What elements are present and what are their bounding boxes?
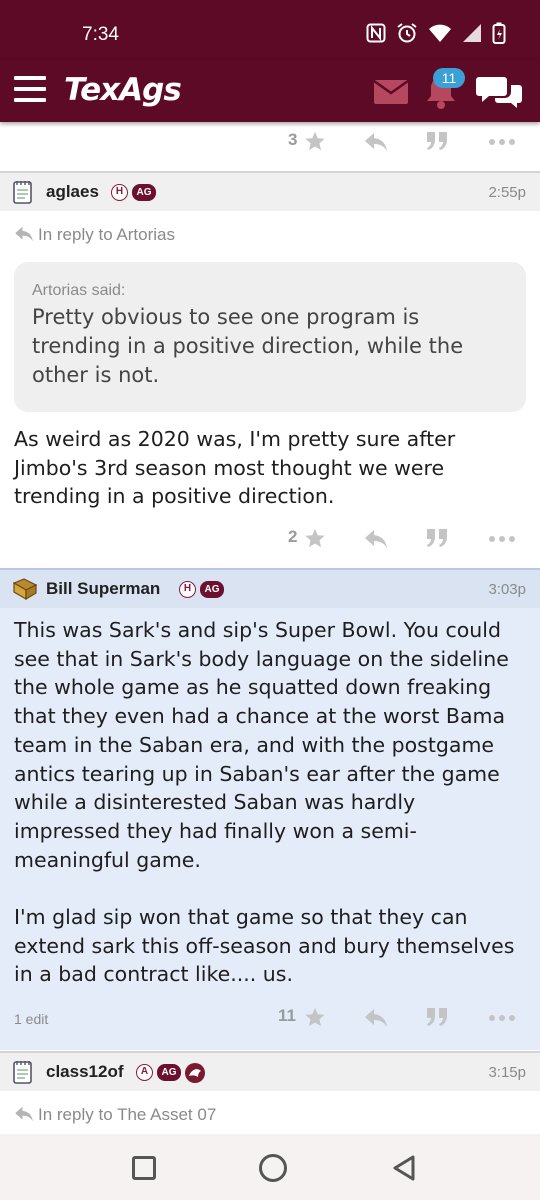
post-header: Bill Superman H AG 3:03p	[0, 568, 540, 608]
star-icon[interactable]	[304, 130, 326, 152]
status-bar: 7:34	[0, 0, 540, 60]
site-logo[interactable]: TexAgs	[64, 72, 182, 108]
post-username[interactable]: class12of	[46, 1062, 124, 1082]
post-header: aglaes H AG 2:55p	[0, 171, 540, 211]
post-actions: 3	[0, 122, 540, 162]
mascot-badge-icon	[185, 1063, 205, 1083]
post-body: As weird as 2020 was, I'm pretty sure af…	[14, 427, 456, 509]
post-body-paragraph-1: This was Sark's and sip's Super Bowl. Yo…	[14, 618, 509, 872]
member-badge-h: H	[111, 184, 128, 201]
home-button[interactable]	[259, 1154, 287, 1182]
signal-icon	[463, 24, 481, 42]
post-body-paragraph-2: I'm glad sip won that game so that they …	[14, 905, 515, 987]
reply-icon[interactable]	[364, 132, 388, 152]
in-reply-to[interactable]: In reply to The Asset 07	[14, 1105, 216, 1125]
post-time: 3:15p	[488, 1064, 526, 1081]
recent-apps-button[interactable]	[132, 1156, 156, 1180]
app-bar: TexAgs 11	[0, 60, 540, 122]
member-badge-ag: AG	[200, 581, 224, 598]
more-icon[interactable]	[488, 138, 516, 146]
post-actions: 1 edit 11	[0, 998, 540, 1038]
status-time: 7:34	[82, 24, 119, 45]
quote-text: Pretty obvious to see one program is tre…	[32, 305, 464, 387]
more-icon[interactable]	[488, 535, 516, 543]
reply-icon[interactable]	[364, 1008, 388, 1028]
reply-arrow-icon	[15, 1106, 33, 1122]
user-bundle-icon	[12, 578, 38, 601]
star-count: 2	[288, 527, 298, 546]
edit-count[interactable]: 1 edit	[14, 1011, 48, 1027]
quote-block: Artorias said: Pretty obvious to see one…	[14, 262, 526, 412]
member-badge-ag: AG	[132, 184, 156, 201]
in-reply-to-text: In reply to The Asset 07	[38, 1105, 217, 1124]
alarm-icon	[397, 23, 417, 43]
menu-icon[interactable]	[14, 76, 46, 102]
star-count: 11	[278, 1006, 296, 1025]
back-button[interactable]	[391, 1154, 417, 1182]
star-icon[interactable]	[304, 1006, 326, 1028]
post-actions: 2	[0, 519, 540, 559]
wifi-icon	[429, 24, 451, 42]
post-time: 2:55p	[488, 184, 526, 201]
battery-icon	[492, 22, 506, 44]
quote-icon[interactable]	[426, 527, 448, 549]
nfc-icon	[366, 23, 386, 43]
mail-icon[interactable]	[374, 80, 408, 104]
reply-icon[interactable]	[364, 529, 388, 549]
post-username[interactable]: aglaes	[46, 182, 99, 202]
quote-author: Artorias said:	[32, 282, 126, 299]
status-icons	[366, 22, 506, 44]
quote-icon[interactable]	[426, 1006, 448, 1028]
user-notepad-icon	[13, 181, 32, 204]
post-time: 3:03p	[488, 581, 526, 598]
post-username[interactable]: Bill Superman	[46, 579, 160, 599]
member-badge-h: H	[179, 581, 196, 598]
in-reply-to[interactable]: In reply to Artorias	[14, 225, 175, 245]
reply-arrow-icon	[15, 226, 33, 242]
star-icon[interactable]	[304, 527, 326, 549]
more-icon[interactable]	[488, 1014, 516, 1022]
notification-badge[interactable]: 11	[433, 68, 465, 88]
chat-icon[interactable]	[476, 74, 522, 110]
post-header: class12of A AG 3:15p	[0, 1051, 540, 1091]
member-badge-a: A	[136, 1064, 153, 1081]
system-navigation-bar	[0, 1134, 540, 1200]
user-notepad-icon	[13, 1061, 32, 1084]
in-reply-to-text: In reply to Artorias	[38, 225, 176, 244]
quote-icon[interactable]	[426, 130, 448, 152]
member-badge-ag: AG	[157, 1064, 181, 1081]
star-count: 3	[288, 130, 298, 149]
